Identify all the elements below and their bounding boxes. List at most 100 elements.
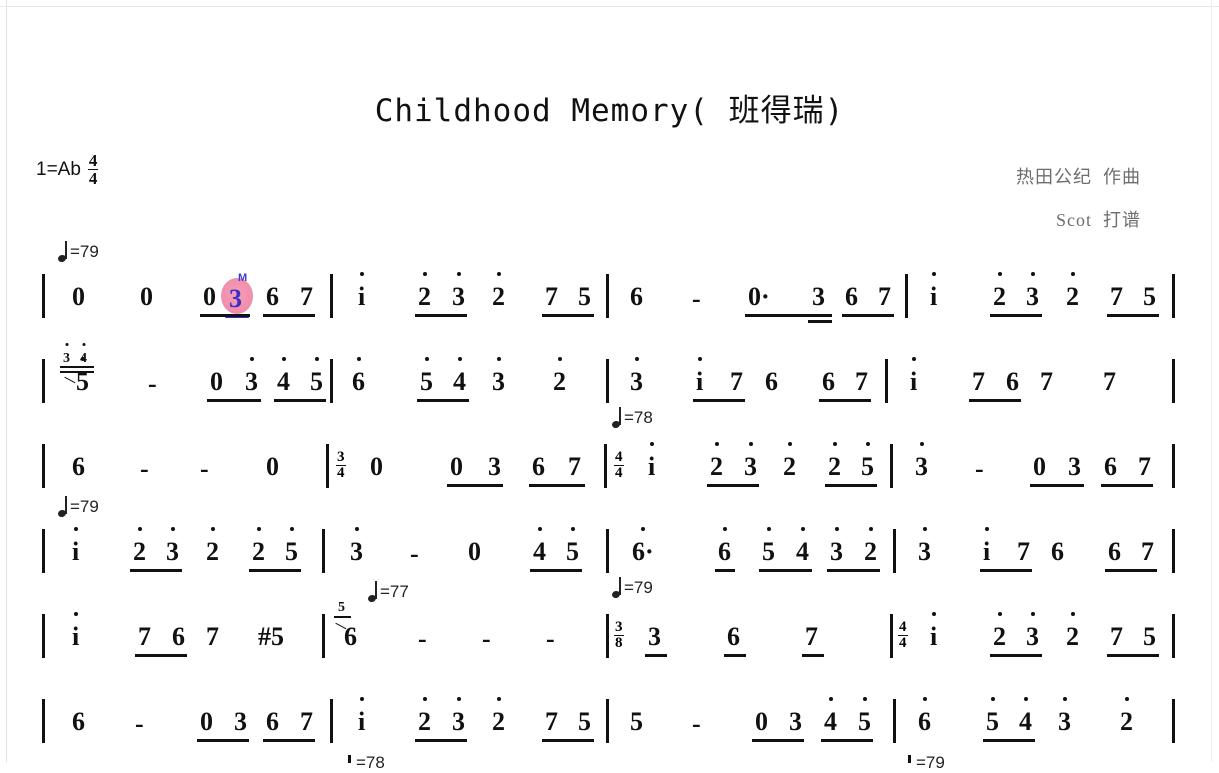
note[interactable]: 0 [450, 454, 463, 480]
note[interactable]: 2 [864, 527, 877, 565]
note[interactable]: 3 [452, 697, 465, 735]
note[interactable]: 5 [1143, 624, 1156, 650]
grace-note[interactable]: 5 [338, 600, 345, 616]
note[interactable]: 7 [1110, 624, 1123, 650]
note[interactable]: 5 [861, 442, 874, 480]
note[interactable]: 5 [1143, 284, 1156, 310]
note[interactable]: 0 [266, 454, 279, 480]
note[interactable]: 3 [789, 709, 802, 735]
note[interactable]: 2 [492, 272, 505, 310]
note[interactable]: 2 [553, 357, 566, 395]
note[interactable]: 3 [744, 442, 757, 480]
note[interactable]: 7 [545, 284, 558, 310]
note[interactable]: 4 [533, 527, 546, 565]
note[interactable]: 3 [1026, 272, 1039, 310]
note[interactable]: 5 [762, 527, 775, 565]
note[interactable]: 7 [138, 624, 151, 650]
note[interactable]: 5 [578, 284, 591, 310]
note[interactable]: 2 [710, 442, 723, 480]
note[interactable]: i [930, 272, 937, 310]
note[interactable]: 7 [568, 454, 581, 480]
note[interactable]: 3 [1058, 697, 1071, 735]
note[interactable]: 3 [630, 357, 643, 395]
note[interactable]: 5 [578, 709, 591, 735]
note[interactable]: i [696, 357, 703, 395]
note[interactable]: 2 [828, 442, 841, 480]
note[interactable]: 2 [1066, 612, 1079, 650]
note[interactable]: 3 [245, 357, 258, 395]
note[interactable]: 7 [1138, 454, 1151, 480]
note[interactable]: 2 [418, 697, 431, 735]
note[interactable]: 6 [1108, 539, 1121, 565]
note[interactable]: 2 [492, 697, 505, 735]
note[interactable]: 6 [918, 697, 931, 735]
note[interactable]: 0 [140, 284, 153, 310]
note[interactable]: 0 [1033, 454, 1046, 480]
note[interactable]: 5 [420, 357, 433, 395]
note[interactable]: 4 [824, 697, 837, 735]
note[interactable]: 3 [1026, 612, 1039, 650]
active-note[interactable]: 3 [229, 284, 242, 314]
note[interactable]: 6 [172, 624, 185, 650]
note[interactable]: 6 [765, 369, 778, 395]
note[interactable]: 2 [1120, 697, 1133, 735]
note[interactable]: 3 [918, 527, 931, 565]
note[interactable]: 7 [855, 369, 868, 395]
note[interactable]: 0 [755, 709, 768, 735]
note[interactable]: 5 [285, 527, 298, 565]
note[interactable]: 6 [532, 454, 545, 480]
note[interactable]: 5 [310, 357, 323, 395]
note[interactable]: 0 [200, 709, 213, 735]
note[interactable]: 3 [488, 454, 501, 480]
note[interactable]: 6· [632, 527, 654, 565]
note[interactable]: 5 [858, 697, 871, 735]
note[interactable]: 7 [1110, 284, 1123, 310]
note[interactable]: i [983, 527, 990, 565]
note[interactable]: 5 [986, 697, 999, 735]
note[interactable]: #5 [258, 624, 284, 650]
note[interactable]: 7 [805, 624, 818, 650]
note[interactable]: 7 [1017, 539, 1030, 565]
grace-note[interactable]: 3 [63, 343, 70, 367]
note[interactable]: 3 [166, 527, 179, 565]
note[interactable]: 3 [492, 357, 505, 395]
note[interactable]: 2 [133, 527, 146, 565]
note[interactable]: i [358, 697, 365, 735]
note[interactable]: 7 [1040, 369, 1053, 395]
note[interactable]: 6 [1006, 369, 1019, 395]
note[interactable]: i [72, 527, 79, 565]
note[interactable]: 7 [878, 284, 891, 310]
note[interactable]: 0 [468, 539, 481, 565]
note[interactable]: 7 [206, 624, 219, 650]
note[interactable]: 6 [1104, 454, 1117, 480]
note[interactable]: 3 [350, 527, 363, 565]
note[interactable]: i [910, 357, 917, 395]
note[interactable]: 4 [1019, 697, 1032, 735]
note[interactable]: 0· [748, 284, 770, 310]
note[interactable]: 3 [648, 624, 661, 650]
note[interactable]: i [930, 612, 937, 650]
note[interactable]: 3 [234, 709, 247, 735]
note[interactable]: i [648, 442, 655, 480]
note[interactable]: 6 [1051, 539, 1064, 565]
note[interactable]: i [72, 612, 79, 650]
note[interactable]: 6 [72, 454, 85, 480]
note[interactable]: 6 [630, 284, 643, 310]
note[interactable]: 0 [370, 454, 383, 480]
note[interactable]: i [358, 272, 365, 310]
note[interactable]: 5 [630, 709, 643, 735]
note[interactable]: 7 [1141, 539, 1154, 565]
note[interactable]: 6 [266, 709, 279, 735]
note[interactable]: 6 [266, 284, 279, 310]
note[interactable]: 0 [72, 284, 85, 310]
note[interactable]: 7 [730, 369, 743, 395]
note[interactable]: 7 [300, 284, 313, 310]
note[interactable]: 2 [783, 442, 796, 480]
note[interactable]: 4 [796, 527, 809, 565]
note[interactable]: 3 [1068, 454, 1081, 480]
note[interactable]: 3 [915, 442, 928, 480]
note[interactable]: 6 [727, 624, 740, 650]
note[interactable]: 3 [812, 284, 825, 310]
note[interactable]: 2 [993, 272, 1006, 310]
note[interactable]: 0 [210, 369, 223, 395]
